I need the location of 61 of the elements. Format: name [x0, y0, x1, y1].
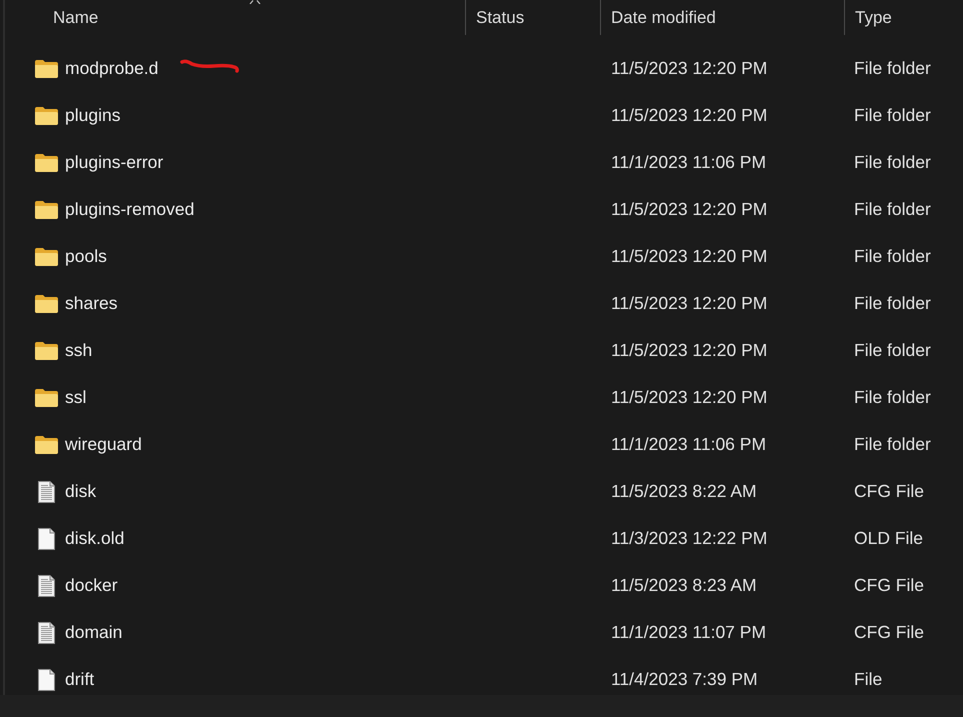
date-modified: 11/5/2023 12:20 PM — [611, 387, 768, 408]
date-modified: 11/5/2023 12:20 PM — [611, 246, 768, 267]
file-type: File folder — [854, 387, 931, 408]
file-type: File folder — [854, 199, 931, 220]
file-name[interactable]: domain — [65, 622, 122, 643]
file-name[interactable]: docker — [65, 575, 118, 596]
file-name[interactable]: pools — [65, 246, 107, 267]
date-modified: 11/5/2023 12:20 PM — [611, 58, 768, 79]
date-modified: 11/5/2023 12:20 PM — [611, 340, 768, 361]
file-name[interactable]: ssl — [65, 387, 86, 408]
file-type: File folder — [854, 340, 931, 361]
date-modified: 11/1/2023 11:06 PM — [611, 434, 766, 455]
text-file-icon — [38, 574, 55, 596]
file-icon — [38, 668, 55, 690]
date-modified: 11/3/2023 12:22 PM — [611, 528, 768, 549]
date-modified: 11/5/2023 12:20 PM — [611, 293, 768, 314]
text-file-icon — [38, 480, 55, 502]
file-name[interactable]: plugins-error — [65, 152, 164, 173]
date-modified: 11/5/2023 8:23 AM — [611, 575, 757, 596]
file-name[interactable]: modprobe.d — [65, 58, 158, 79]
file-type: File — [854, 669, 882, 690]
folder-icon — [35, 436, 58, 454]
folder-icon — [35, 388, 58, 406]
date-modified: 11/5/2023 8:22 AM — [611, 481, 757, 502]
file-type: File folder — [854, 105, 931, 126]
file-type: File folder — [854, 434, 931, 455]
file-type: File folder — [854, 246, 931, 267]
file-name[interactable]: drift — [65, 669, 94, 690]
file-type: File folder — [854, 152, 931, 173]
folder-icon — [35, 106, 58, 124]
folder-icon — [35, 200, 58, 218]
date-modified: 11/4/2023 7:39 PM — [611, 669, 758, 690]
file-type: File folder — [854, 293, 931, 314]
file-name[interactable]: ssh — [65, 340, 92, 361]
sort-caret-icon — [248, 0, 261, 4]
file-name[interactable]: wireguard — [65, 434, 142, 455]
file-type: CFG File — [854, 575, 924, 596]
file-name[interactable]: disk.old — [65, 528, 124, 549]
date-modified: 11/1/2023 11:06 PM — [611, 152, 766, 173]
date-modified: 11/1/2023 11:07 PM — [611, 622, 766, 643]
column-header[interactable]: Status — [466, 0, 601, 35]
file-name[interactable]: plugins — [65, 105, 120, 126]
folder-icon — [35, 342, 58, 360]
file-name[interactable]: plugins-removed — [65, 199, 194, 220]
date-modified: 11/5/2023 12:20 PM — [611, 105, 768, 126]
folder-icon — [35, 60, 58, 78]
column-header[interactable]: Name — [5, 0, 466, 35]
column-header[interactable]: Date modified — [601, 0, 845, 35]
file-type: CFG File — [854, 481, 924, 502]
folder-icon — [35, 294, 58, 312]
folder-icon — [35, 248, 58, 266]
file-type: OLD File — [854, 528, 924, 549]
date-modified: 11/5/2023 12:20 PM — [611, 199, 768, 220]
file-name[interactable]: disk — [65, 481, 96, 502]
file-icon — [38, 528, 55, 550]
file-type: File folder — [854, 58, 931, 79]
text-file-icon — [38, 622, 55, 644]
file-type: CFG File — [854, 622, 924, 643]
file-name[interactable]: shares — [65, 293, 118, 314]
column-header[interactable]: Type — [845, 0, 963, 35]
folder-icon — [35, 154, 58, 172]
